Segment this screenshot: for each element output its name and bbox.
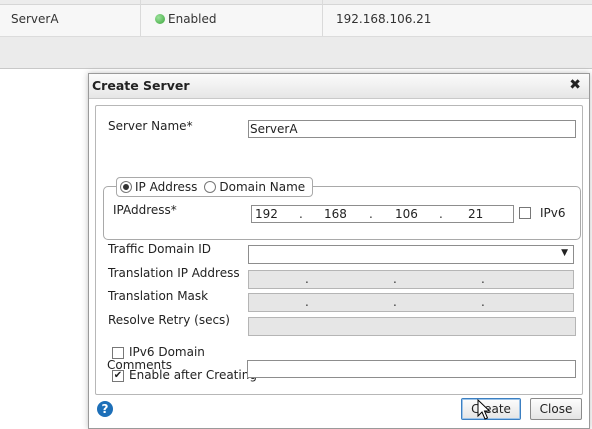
column-divider (322, 0, 323, 36)
table-empty-area (0, 37, 592, 68)
ip-address-input[interactable]: 192 . 168 . 106 . 21 (251, 205, 514, 223)
mask-separator: . (481, 295, 485, 309)
table-header-edge (0, 0, 592, 5)
ip-address-label: IPAddress* (113, 203, 177, 217)
radio-domain-name-label: Domain Name (219, 180, 306, 194)
create-server-dialog: Create Server ✖ Server Name* ServerA IP … (88, 73, 590, 429)
ipv6-domain-label: IPv6 Domain (129, 345, 205, 359)
ip-octet-1[interactable]: 192 (255, 206, 278, 222)
ipv6-label: IPv6 (540, 206, 566, 220)
translation-mask-input: . . . (248, 293, 574, 312)
comments-input[interactable] (247, 360, 576, 378)
radio-ip-address[interactable]: IP Address (120, 180, 197, 194)
ip-octet-2[interactable]: 168 (324, 206, 347, 222)
server-name-input[interactable]: ServerA (248, 120, 576, 138)
ip-separator: . (369, 207, 373, 221)
ip-separator: . (393, 272, 397, 286)
table-row[interactable]: ServerA Enabled 192.168.106.21 (0, 0, 592, 37)
traffic-domain-select[interactable]: ▼ (248, 245, 574, 264)
ipv6-checkbox[interactable] (519, 207, 531, 219)
row-server-name: ServerA (11, 12, 59, 26)
chevron-down-icon: ▼ (561, 248, 568, 258)
help-icon[interactable]: ? (97, 401, 113, 417)
radio-domain-name[interactable]: Domain Name (204, 180, 305, 194)
mask-separator: . (393, 295, 397, 309)
traffic-domain-label: Traffic Domain ID (108, 242, 212, 256)
ip-separator: . (481, 272, 485, 286)
create-button[interactable]: Create (461, 398, 521, 420)
dialog-title: Create Server (92, 78, 190, 93)
ip-separator: . (305, 272, 309, 286)
translation-ip-input: . . . (248, 270, 574, 289)
resolve-retry-label: Resolve Retry (secs) (108, 313, 230, 327)
enabled-status-icon (155, 14, 165, 24)
address-type-radio-group: IP Address Domain Name (116, 177, 314, 197)
close-button[interactable]: Close (530, 398, 582, 420)
row-state: Enabled (155, 12, 217, 26)
radio-unselected-icon (204, 181, 217, 193)
column-divider (140, 0, 141, 36)
resolve-retry-input (248, 317, 576, 336)
ip-separator: . (299, 207, 303, 221)
server-table: ServerA Enabled 192.168.106.21 (0, 0, 592, 69)
mask-separator: . (305, 295, 309, 309)
close-icon[interactable]: ✖ (569, 77, 581, 93)
translation-mask-label: Translation Mask (108, 289, 209, 303)
ip-separator: . (439, 207, 443, 221)
radio-ip-address-label: IP Address (135, 180, 198, 194)
dialog-header: Create Server ✖ (89, 74, 589, 99)
row-state-label: Enabled (168, 12, 217, 26)
radio-selected-icon (120, 181, 132, 193)
ip-octet-4[interactable]: 21 (468, 206, 483, 222)
ip-octet-3[interactable]: 106 (395, 206, 418, 222)
mouse-cursor-icon (477, 399, 491, 420)
row-ip-address: 192.168.106.21 (336, 12, 432, 26)
comments-label: Comments (107, 358, 173, 372)
server-name-label: Server Name* (108, 119, 193, 133)
translation-ip-label: Translation IP Address (108, 266, 240, 280)
form-panel: Server Name* ServerA IP Address Domain N… (95, 105, 583, 395)
